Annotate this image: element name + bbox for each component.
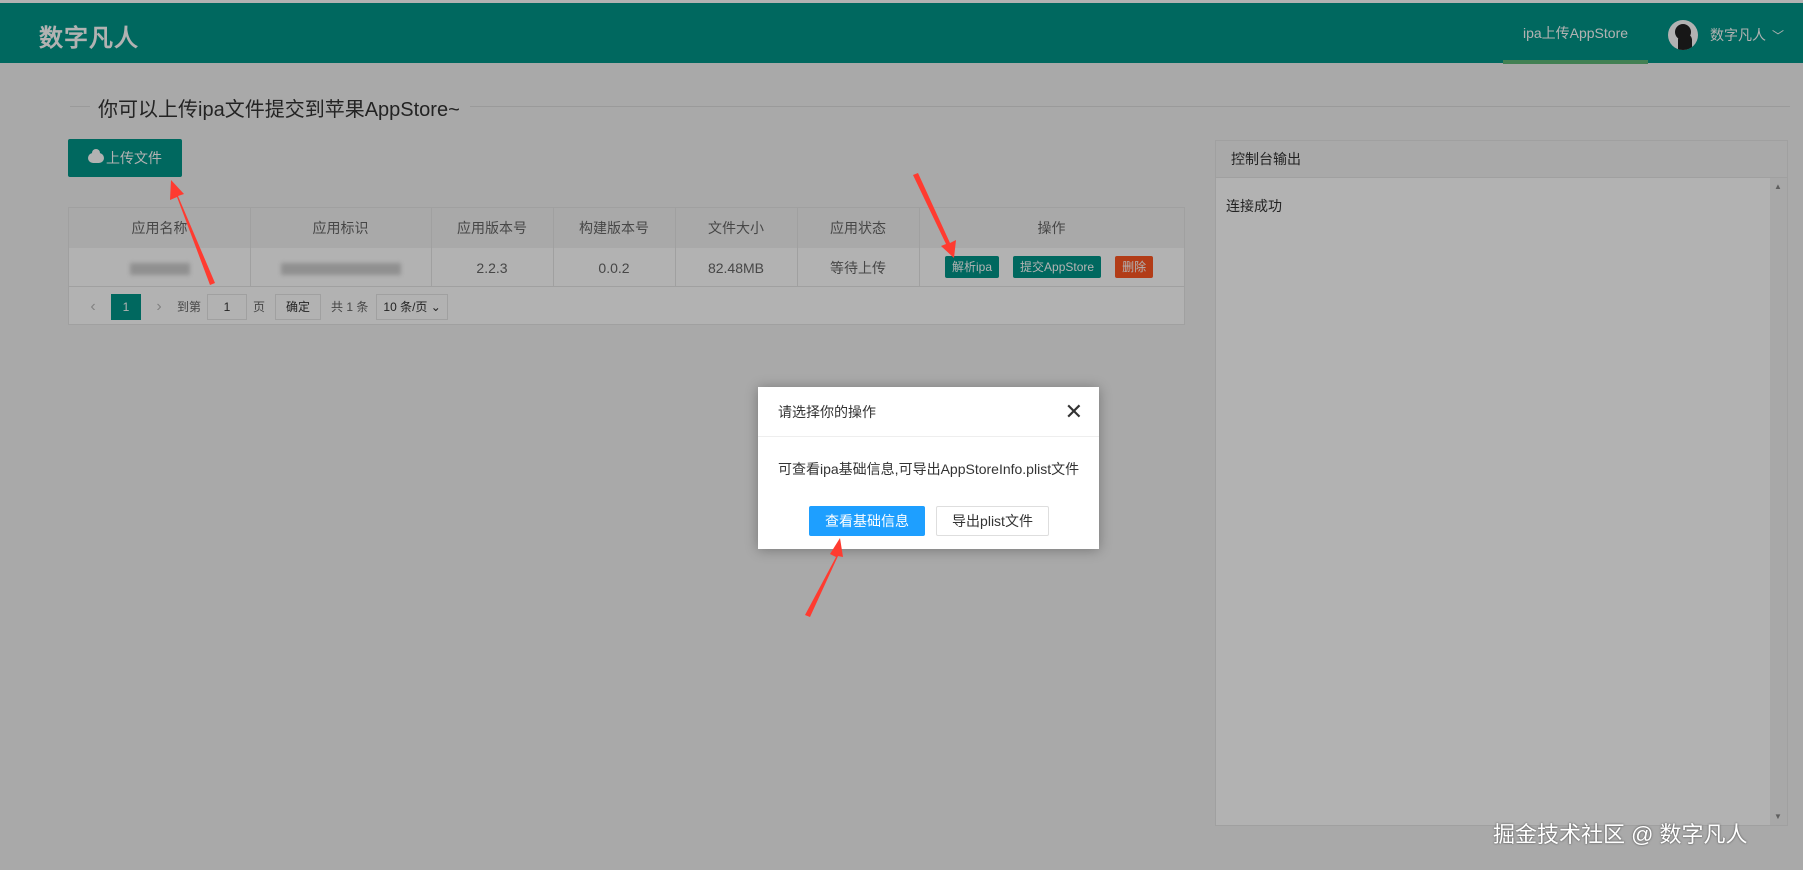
export-plist-button[interactable]: 导出plist文件: [936, 506, 1049, 536]
dialog-message: 可查看ipa基础信息,可导出AppStoreInfo.plist文件: [778, 461, 1080, 477]
close-icon[interactable]: ✕: [1065, 399, 1083, 425]
action-dialog: 请选择你的操作 ✕ 可查看ipa基础信息,可导出AppStoreInfo.pli…: [758, 387, 1099, 549]
view-basic-info-button[interactable]: 查看基础信息: [809, 506, 925, 536]
dialog-title: 请选择你的操作: [758, 387, 1099, 437]
dialog-buttons: 查看基础信息 导出plist文件: [809, 506, 1049, 536]
watermark: 掘金技术社区 @ 数字凡人: [1493, 822, 1748, 847]
